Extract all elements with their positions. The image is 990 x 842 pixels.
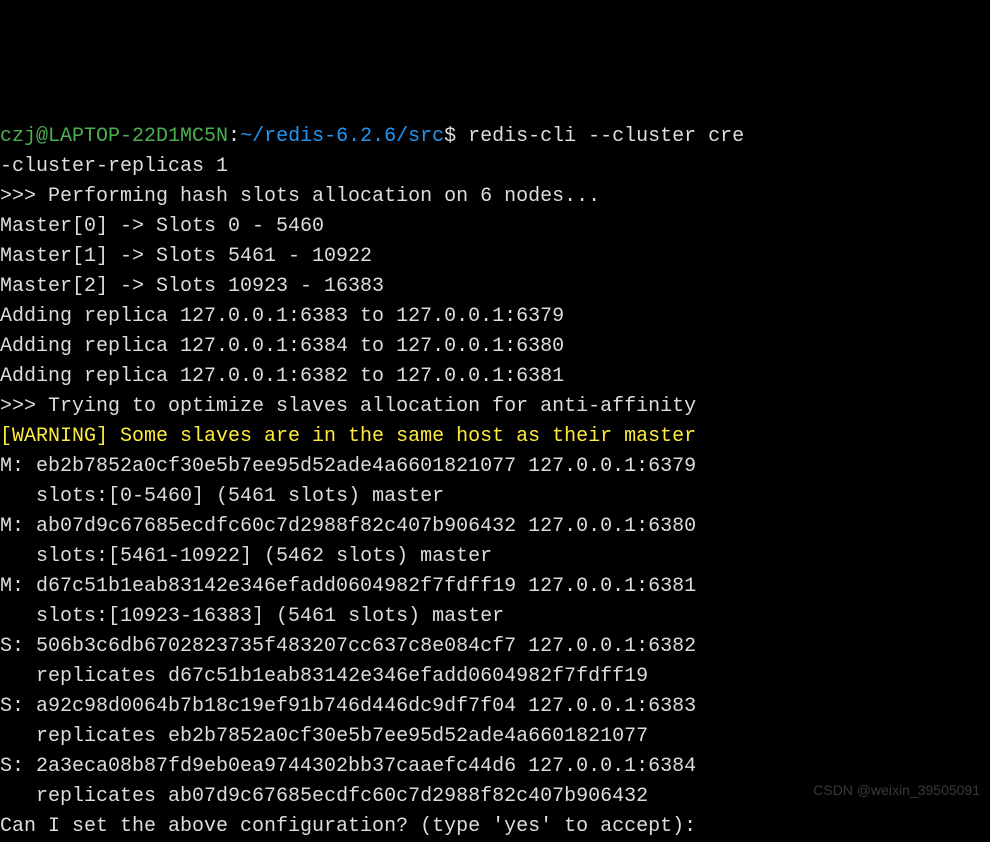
replicates-line: replicates ab07d9c67685ecdfc60c7d2988f82… (0, 785, 648, 808)
slots-line: slots:[10923-16383] (5461 slots) master (0, 605, 504, 628)
confirmation-prompt[interactable]: Can I set the above configuration? (type… (0, 815, 708, 838)
slave-node-line: S: a92c98d0064b7b18c19ef91b746d446dc9df7… (0, 695, 696, 718)
command-text[interactable]: redis-cli --cluster cre (468, 125, 744, 148)
slots-line: slots:[0-5460] (5461 slots) master (0, 485, 444, 508)
prompt-user-host: czj@LAPTOP-22D1MC5N (0, 125, 228, 148)
master-node-line: M: d67c51b1eab83142e346efadd0604982f7fdf… (0, 575, 696, 598)
replicates-line: replicates d67c51b1eab83142e346efadd0604… (0, 665, 648, 688)
output-line: Master[2] -> Slots 10923 - 16383 (0, 275, 384, 298)
master-node-line: M: eb2b7852a0cf30e5b7ee95d52ade4a6601821… (0, 455, 696, 478)
prompt-dollar: $ (444, 125, 468, 148)
slots-line: slots:[5461-10922] (5462 slots) master (0, 545, 492, 568)
prompt-colon: : (228, 125, 240, 148)
master-node-line: M: ab07d9c67685ecdfc60c7d2988f82c407b906… (0, 515, 696, 538)
slave-node-line: S: 2a3eca08b87fd9eb0ea9744302bb37caaefc4… (0, 755, 696, 778)
output-line: Adding replica 127.0.0.1:6384 to 127.0.0… (0, 335, 564, 358)
warning-line: [WARNING] Some slaves are in the same ho… (0, 425, 696, 448)
output-line: >>> Performing hash slots allocation on … (0, 185, 600, 208)
prompt-path: ~/redis-6.2.6/src (240, 125, 444, 148)
replicates-line: replicates eb2b7852a0cf30e5b7ee95d52ade4… (0, 725, 648, 748)
command-wrap[interactable]: -cluster-replicas 1 (0, 155, 228, 178)
output-line: Master[1] -> Slots 5461 - 10922 (0, 245, 372, 268)
output-line: Master[0] -> Slots 0 - 5460 (0, 215, 324, 238)
output-line: Adding replica 127.0.0.1:6382 to 127.0.0… (0, 365, 564, 388)
watermark-text: CSDN @weixin_39505091 (813, 780, 980, 801)
output-line: Adding replica 127.0.0.1:6383 to 127.0.0… (0, 305, 564, 328)
slave-node-line: S: 506b3c6db6702823735f483207cc637c8e084… (0, 635, 696, 658)
output-line: >>> Trying to optimize slaves allocation… (0, 395, 696, 418)
